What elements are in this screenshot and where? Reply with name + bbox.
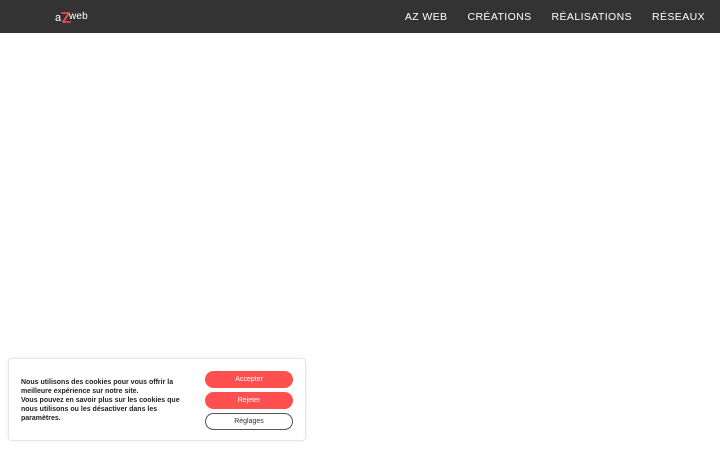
page: a web AZ WEB CRÉATIONS RÉALISATIONS RÉSE… [0, 0, 720, 450]
site-header: a web AZ WEB CRÉATIONS RÉALISATIONS RÉSE… [0, 0, 720, 33]
cookie-settings-button[interactable]: Réglages [205, 413, 293, 430]
logo-letter-a: a [55, 12, 62, 24]
cookie-message: Nous utilisons des cookies pour vous off… [21, 378, 183, 423]
nav-item-creations[interactable]: CRÉATIONS [467, 11, 531, 23]
accept-cookies-button[interactable]: Accepter [205, 371, 293, 388]
cookie-message-line-2: Vous pouvez en savoir plus sur les cooki… [21, 397, 180, 422]
az-web-logo-icon: a web [55, 11, 88, 24]
cookie-consent-banner: Nous utilisons des cookies pour vous off… [8, 358, 306, 441]
nav-item-az-web[interactable]: AZ WEB [405, 11, 448, 23]
cookie-message-line-1: Nous utilisons des cookies pour vous off… [21, 379, 174, 395]
nav-item-realisations[interactable]: RÉALISATIONS [552, 11, 632, 23]
nav-item-reseaux[interactable]: RÉSEAUX [652, 11, 705, 23]
logo-word-web: web [68, 11, 88, 22]
site-logo[interactable]: a web [55, 8, 89, 26]
main-nav: AZ WEB CRÉATIONS RÉALISATIONS RÉSEAUX [405, 0, 705, 33]
reject-cookies-button[interactable]: Rejeter [205, 392, 293, 409]
